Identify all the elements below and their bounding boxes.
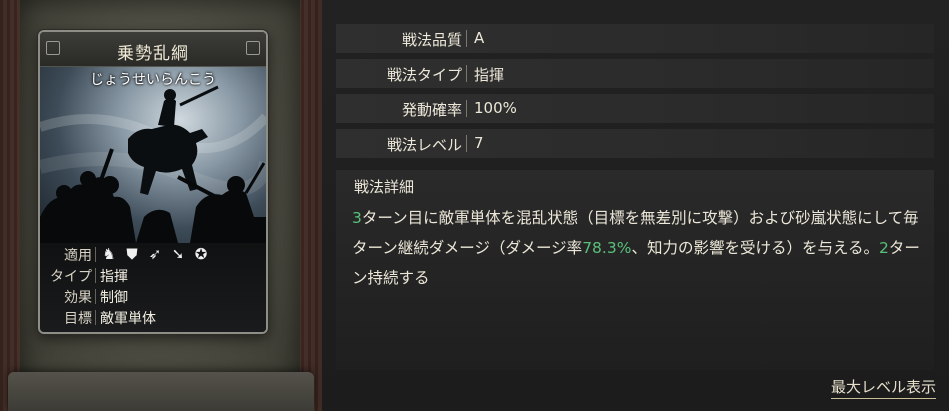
divider <box>466 30 467 47</box>
spear-icon: ➘ <box>171 245 185 263</box>
divider <box>466 100 467 117</box>
row-label: 戦法レベル <box>386 136 462 154</box>
row-value: 7 <box>474 134 484 152</box>
row-quality: 戦法品質 A <box>336 24 934 53</box>
battle-silhouette-icon <box>40 85 266 243</box>
card-title-bar: 乗勢乱綱 <box>40 32 266 67</box>
row-label: 戦法タイプ <box>386 66 462 84</box>
row-activation-rate: 発動確率 100% <box>336 94 934 123</box>
row-value: 100% <box>474 99 517 117</box>
info-row-type: タイプ 指揮 <box>40 265 266 285</box>
shield-icon: ⛊ <box>126 245 138 263</box>
row-value: 指揮 <box>474 66 505 84</box>
info-row-target: 目標 敵軍単体 <box>40 307 266 327</box>
info-label: 効果 <box>64 290 92 306</box>
scroll-roller <box>8 372 314 411</box>
description-title: 戦法詳細 <box>354 178 415 196</box>
bow-icon: ➶ <box>148 245 162 263</box>
row-label: 戦法品質 <box>401 31 462 49</box>
cavalry-icon: ♞ <box>102 245 116 263</box>
divider <box>95 247 96 262</box>
divider <box>95 268 96 283</box>
highlight-number: 3 <box>352 209 362 227</box>
highlight-number: 78.3% <box>582 239 632 257</box>
info-value: 敵軍単体 <box>100 311 156 327</box>
skill-detail-panel: 戦法品質 A 戦法タイプ 指揮 発動確率 100% 戦法レベル 7 戦法詳細 3… <box>322 0 949 411</box>
row-type: 戦法タイプ 指揮 <box>336 59 934 88</box>
skill-card: 乗勢乱綱 じょうせいらんこう 適用 ♞ ⛊ ➶ ➘ ✪ タイプ 指揮 効果 制御… <box>38 30 268 334</box>
skill-name: 乗勢乱綱 <box>117 44 189 64</box>
info-row-effect: 効果 制御 <box>40 286 266 306</box>
info-label: 適用 <box>64 248 92 264</box>
skill-artwork: じょうせいらんこう <box>40 67 266 243</box>
description-text: 3ターン目に敵軍単体を混乱状態（目標を無差別に攻撃）および砂嵐状態にして毎ターン… <box>352 203 932 293</box>
row-label: 発動確率 <box>401 101 462 119</box>
skill-info: 適用 ♞ ⛊ ➶ ➘ ✪ タイプ 指揮 効果 制御 目標 敵軍単体 <box>40 243 266 332</box>
divider <box>466 65 467 82</box>
row-value: A <box>474 29 485 47</box>
info-value: 指揮 <box>100 269 128 285</box>
row-level: 戦法レベル 7 <box>336 129 934 158</box>
info-label: タイプ <box>50 269 92 285</box>
ornament-icon <box>246 41 260 55</box>
chariot-wheel-icon: ✪ <box>194 245 208 263</box>
info-row-apply: 適用 ♞ ⛊ ➶ ➘ ✪ <box>40 244 266 264</box>
highlight-number: 2 <box>878 239 889 257</box>
skill-reading: じょうせいらんこう <box>90 72 216 88</box>
max-level-link[interactable]: 最大レベル表示 <box>830 376 936 399</box>
info-value: 制御 <box>100 290 128 306</box>
divider <box>466 135 467 152</box>
divider <box>95 289 96 304</box>
divider <box>95 310 96 325</box>
description-segment: 、知力の影響を受ける）を与える。 <box>631 239 879 257</box>
skill-description: 戦法詳細 3ターン目に敵軍単体を混乱状態（目標を無差別に攻撃）および砂嵐状態にし… <box>336 170 934 370</box>
info-label: 目標 <box>64 311 92 327</box>
